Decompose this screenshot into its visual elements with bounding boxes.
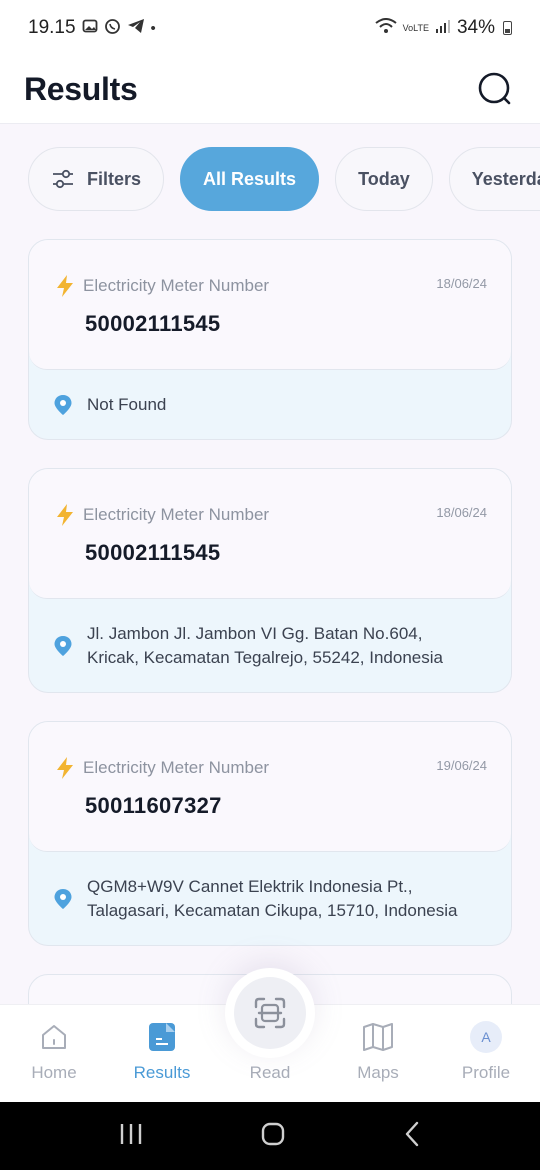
battery-percent: 34% — [456, 17, 495, 38]
search-icon[interactable] — [476, 70, 516, 110]
notification-dot-icon: • — [150, 19, 156, 37]
nav-results[interactable]: Results — [108, 1005, 216, 1103]
nav-profile-label: Profile — [461, 1063, 511, 1082]
whatsapp-icon — [104, 18, 121, 39]
status-bar: 19.15 • VoLTE 34% — [0, 0, 540, 56]
location-pin-icon — [53, 635, 73, 657]
meter-label: Electricity Meter Number — [83, 758, 270, 777]
app-bar: Results — [0, 56, 540, 124]
address-text: Jl. Jambon Jl. Jambon VI Gg. Batan No.60… — [87, 622, 443, 670]
result-date: 18/06/24 — [436, 505, 487, 520]
telegram-icon — [127, 18, 145, 38]
result-card-header: Electricity Meter Number 18/06/24 500021… — [29, 469, 511, 599]
nav-home-label: Home — [31, 1063, 77, 1082]
result-address: Not Found — [29, 370, 511, 439]
nav-results-label: Results — [133, 1063, 191, 1082]
status-bar-left: 19.15 • — [28, 17, 156, 39]
avatar: A — [470, 1021, 502, 1053]
nav-maps-label: Maps — [357, 1063, 399, 1082]
filter-chips-row[interactable]: Filters All Results Today Yesterday — [28, 147, 540, 211]
result-card[interactable]: Electricity Meter Number 18/06/24 500021… — [28, 239, 512, 440]
chip-all-results[interactable]: All Results — [180, 147, 320, 211]
recent-apps-icon[interactable] — [118, 1122, 144, 1151]
lightning-icon — [55, 756, 75, 780]
scan-icon — [234, 977, 306, 1049]
filters-label: Filters — [87, 168, 142, 189]
results-icon — [148, 1021, 176, 1053]
volte-icon: VoLTE — [402, 22, 429, 33]
meter-label-row: Electricity Meter Number — [55, 756, 269, 780]
result-card-header: Electricity Meter Number 19/06/24 500116… — [29, 722, 511, 852]
address-line-1: Not Found — [87, 394, 167, 414]
meter-number: 50011607327 — [85, 793, 222, 818]
meter-number: 50002111545 — [85, 540, 221, 565]
volte-label: VoLTE — [402, 22, 429, 33]
signal-icon — [435, 19, 451, 37]
chip-today[interactable]: Today — [335, 147, 433, 211]
map-icon — [362, 1021, 394, 1053]
address-line-2: Talagasari, Kecamatan Cikupa, 15710, Ind… — [87, 900, 458, 920]
meter-label: Electricity Meter Number — [83, 276, 270, 295]
meter-label-row: Electricity Meter Number — [55, 274, 269, 298]
lightning-icon — [55, 503, 75, 527]
gallery-icon — [82, 18, 98, 38]
lightning-icon — [55, 274, 75, 298]
home-system-icon[interactable] — [260, 1121, 286, 1152]
back-icon[interactable] — [402, 1121, 422, 1152]
address-line-1: Jl. Jambon Jl. Jambon VI Gg. Batan No.60… — [87, 623, 423, 643]
address-line-1: QGM8+W9V Cannet Elektrik Indonesia Pt., — [87, 876, 413, 896]
result-date: 18/06/24 — [436, 276, 487, 291]
home-icon — [38, 1021, 70, 1053]
result-date: 19/06/24 — [436, 758, 487, 773]
address-text: Not Found — [87, 393, 166, 417]
meter-number: 50002111545 — [85, 311, 221, 336]
meter-label-row: Electricity Meter Number — [55, 503, 269, 527]
sliders-icon — [51, 167, 75, 191]
result-card[interactable]: Electricity Meter Number 19/06/24 500116… — [28, 721, 512, 946]
location-pin-icon — [53, 888, 73, 910]
nav-read-label: Read — [249, 1063, 291, 1082]
address-text: QGM8+W9V Cannet Elektrik Indonesia Pt., … — [87, 875, 457, 923]
status-time: 19.15 — [28, 17, 76, 38]
status-bar-right: VoLTE 34% — [374, 17, 512, 39]
nav-profile[interactable]: A Profile — [432, 1005, 540, 1103]
wifi-icon — [374, 18, 397, 38]
battery-icon — [503, 21, 512, 35]
location-pin-icon — [53, 394, 73, 416]
page-title: Results — [24, 71, 138, 107]
nav-home[interactable]: Home — [0, 1005, 108, 1103]
address-line-2: Kricak, Kecamatan Tegalrejo, 55242, Indo… — [87, 647, 443, 667]
chip-yesterday[interactable]: Yesterday — [448, 147, 540, 211]
system-navigation-bar — [0, 1102, 540, 1170]
result-address: QGM8+W9V Cannet Elektrik Indonesia Pt., … — [29, 852, 511, 945]
result-card-header: Electricity Meter Number 18/06/24 500021… — [29, 240, 511, 370]
result-address: Jl. Jambon Jl. Jambon VI Gg. Batan No.60… — [29, 599, 511, 692]
result-card[interactable]: Electricity Meter Number 18/06/24 500021… — [28, 468, 512, 693]
results-content[interactable]: Filters All Results Today Yesterday Elec… — [0, 124, 540, 1004]
filters-button[interactable]: Filters — [28, 147, 165, 211]
nav-maps[interactable]: Maps — [324, 1005, 432, 1103]
read-scan-button[interactable] — [225, 968, 315, 1058]
meter-label: Electricity Meter Number — [83, 505, 270, 524]
